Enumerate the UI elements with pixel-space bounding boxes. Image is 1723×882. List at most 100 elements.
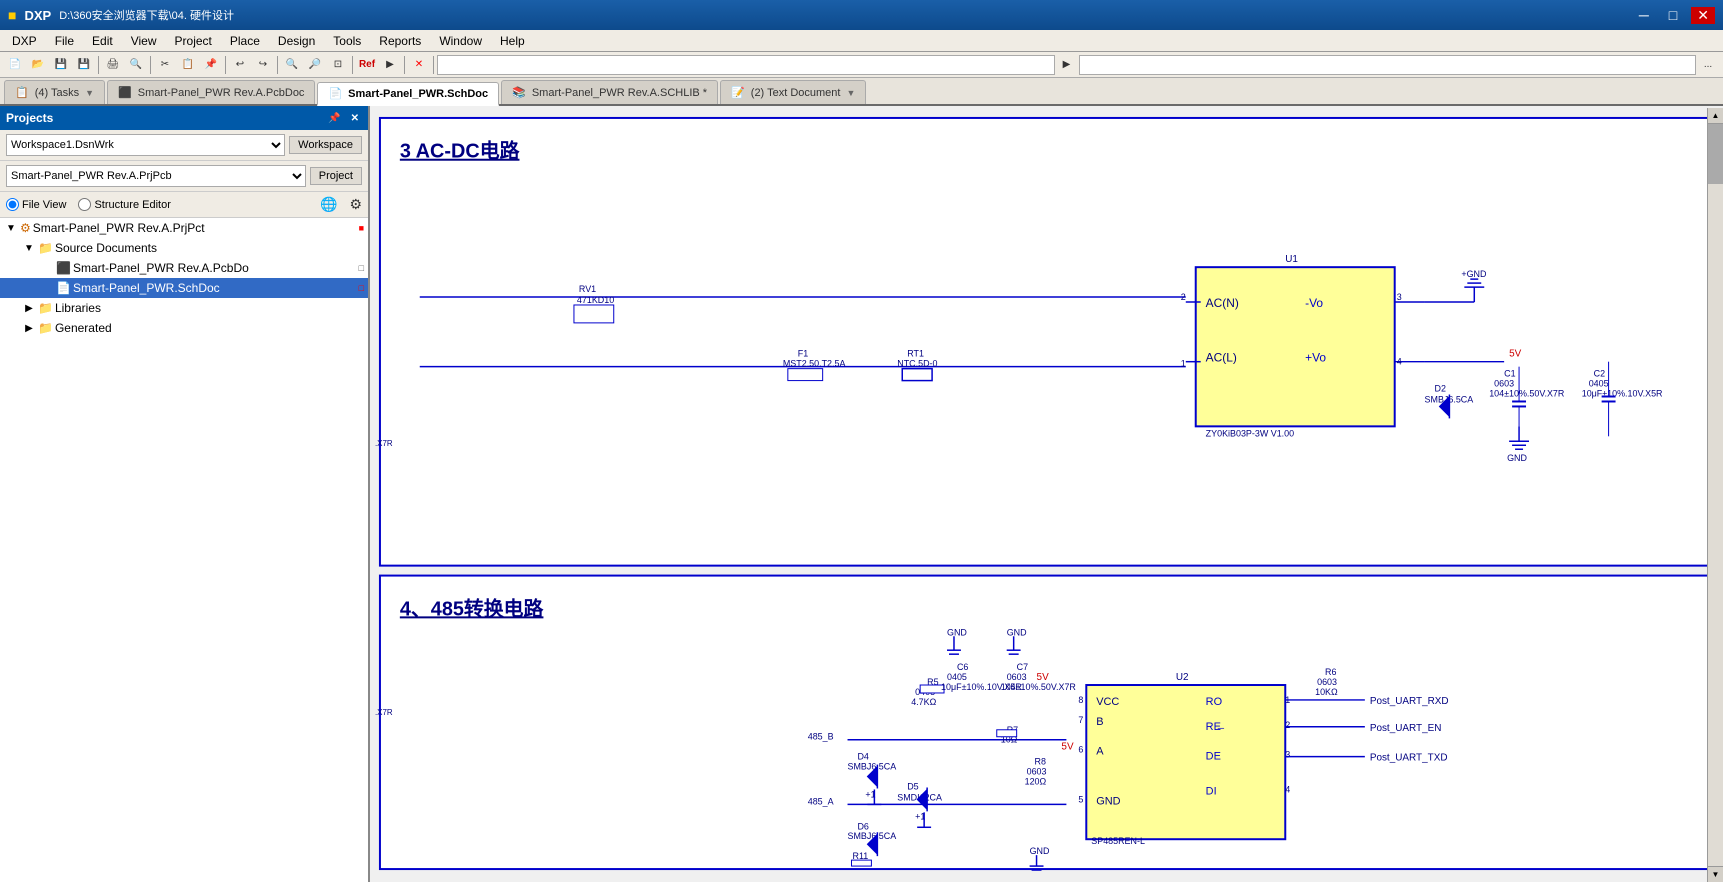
menu-help[interactable]: Help — [492, 32, 533, 50]
svg-text:.X7R: .X7R — [375, 708, 393, 717]
zoom-fit-btn[interactable]: ⊡ — [327, 54, 349, 76]
tab-tasks-close[interactable]: ▼ — [85, 88, 94, 98]
run-drc-btn[interactable]: Ref — [356, 54, 378, 76]
menu-edit[interactable]: Edit — [84, 32, 121, 50]
tab-textdoc-dropdown[interactable]: ▼ — [846, 88, 855, 98]
scroll-thumb[interactable] — [1708, 124, 1723, 184]
save-btn[interactable]: 💾 — [50, 54, 72, 76]
tree-item-libraries[interactable]: ▶ 📁 Libraries — [0, 298, 368, 318]
scroll-up-btn[interactable]: ▲ — [1708, 108, 1723, 124]
open-btn[interactable]: 📂 — [27, 54, 49, 76]
expand-source[interactable]: ▼ — [22, 243, 36, 254]
tab-schdoc[interactable]: 📄 Smart-Panel_PWR.SchDoc — [317, 82, 499, 106]
tree-item-schdoc[interactable]: 📄 Smart-Panel_PWR.SchDoc □ — [0, 278, 368, 298]
search-input[interactable] — [1079, 55, 1697, 75]
go-btn[interactable]: ▶ — [1056, 54, 1078, 76]
tab-pcbdoc-icon: ⬛ — [118, 86, 132, 99]
sep6 — [404, 56, 405, 74]
sep7 — [433, 56, 434, 74]
paste-btn[interactable]: 📌 — [200, 54, 222, 76]
svg-text:5V: 5V — [1509, 349, 1522, 360]
svg-text:104±10%.50V.X7R: 104±10%.50V.X7R — [1489, 389, 1565, 399]
zoom-in-btn[interactable]: 🔍 — [281, 54, 303, 76]
menu-design[interactable]: Design — [270, 32, 323, 50]
menu-tools[interactable]: Tools — [325, 32, 369, 50]
svg-text:RT1: RT1 — [907, 349, 924, 359]
scroll-down-btn[interactable]: ▼ — [1708, 866, 1723, 882]
menu-window[interactable]: Window — [431, 32, 490, 50]
tree-item-pcbdoc[interactable]: ⬛ Smart-Panel_PWR Rev.A.PcbDo □ — [0, 258, 368, 278]
tab-schlib[interactable]: 📚 Smart-Panel_PWR Rev.A.SCHLIB * — [501, 80, 718, 104]
project-button[interactable]: Project — [310, 167, 362, 185]
cut-btn[interactable]: ✂ — [154, 54, 176, 76]
menu-file[interactable]: File — [47, 32, 82, 50]
tab-tasks-label: (4) Tasks — [35, 87, 79, 99]
tab-textdoc[interactable]: 📝 (2) Text Document ▼ — [720, 80, 866, 104]
struct-editor-radio-label[interactable]: Structure Editor — [78, 198, 170, 211]
svg-text:-Vo: -Vo — [1305, 296, 1323, 310]
file-view-radio[interactable] — [6, 198, 19, 211]
workspace-button[interactable]: Workspace — [289, 136, 362, 154]
source-docs-icon: 📁 — [38, 241, 53, 255]
svg-text:AC(N): AC(N) — [1206, 296, 1239, 310]
redo-btn[interactable]: ↪ — [252, 54, 274, 76]
sep1 — [98, 56, 99, 74]
print-btn[interactable]: 🖨 — [102, 54, 124, 76]
undo-btn[interactable]: ↩ — [229, 54, 251, 76]
expand-generated[interactable]: ▶ — [22, 323, 36, 334]
schematic-area[interactable]: 3 AC-DC电路 RV1 471KD10 F1 MST2.50.T2.5A R… — [370, 106, 1723, 882]
search-btn[interactable]: ... — [1697, 54, 1719, 76]
tree-item-source-docs[interactable]: ▼ 📁 Source Documents — [0, 238, 368, 258]
tree-item-root[interactable]: ▼ ⚙ Smart-Panel_PWR Rev.A.PrjPct ■ — [0, 218, 368, 238]
svg-text:MST2.50.T2.5A: MST2.50.T2.5A — [783, 359, 846, 369]
tab-tasks[interactable]: 📋 (4) Tasks ▼ — [4, 80, 105, 104]
menu-place[interactable]: Place — [222, 32, 268, 50]
view-icon1[interactable]: 🌐 — [320, 196, 337, 213]
struct-editor-radio[interactable] — [78, 198, 91, 211]
libraries-icon: 📁 — [38, 301, 53, 315]
right-scrollbar[interactable]: ▲ ▼ — [1707, 108, 1723, 882]
tab-pcbdoc[interactable]: ⬛ Smart-Panel_PWR Rev.A.PcbDoc — [107, 80, 315, 104]
app-name: DXP — [24, 8, 51, 23]
panel-pin-icon[interactable]: 📌 — [325, 112, 343, 125]
svg-text:GND: GND — [947, 627, 967, 637]
menu-view[interactable]: View — [123, 32, 165, 50]
svg-text:ZY0KiB03P-3W V1.00: ZY0KiB03P-3W V1.00 — [1206, 428, 1294, 438]
svg-text:R6: R6 — [1325, 667, 1336, 677]
pcbdoc-label: Smart-Panel_PWR Rev.A.PcbDo — [73, 261, 355, 275]
svg-text:+GND: +GND — [1461, 269, 1487, 279]
maximize-btn[interactable]: □ — [1663, 7, 1683, 23]
minimize-btn[interactable]: ─ — [1633, 7, 1655, 23]
svg-text:D6: D6 — [857, 821, 868, 831]
svg-text:4.7KΩ: 4.7KΩ — [911, 697, 936, 707]
view-icon2[interactable]: ⚙ — [349, 196, 362, 213]
new-btn[interactable]: 📄 — [4, 54, 26, 76]
menu-project[interactable]: Project — [167, 32, 220, 50]
svg-text:GND: GND — [1030, 846, 1050, 856]
schdoc-label: Smart-Panel_PWR.SchDoc — [73, 281, 355, 295]
schdoc-icon: 📄 — [56, 281, 71, 295]
delete-btn[interactable]: ✕ — [408, 54, 430, 76]
close-btn[interactable]: ✕ — [1691, 7, 1715, 24]
compile-btn[interactable]: ▶ — [379, 54, 401, 76]
workspace-select[interactable]: Workspace1.DsnWrk — [6, 134, 285, 156]
svg-text:B: B — [1096, 716, 1103, 728]
tree-item-generated[interactable]: ▶ 📁 Generated — [0, 318, 368, 338]
menu-dxp[interactable]: DXP — [4, 32, 45, 50]
expand-libs[interactable]: ▶ — [22, 303, 36, 314]
copy-btn[interactable]: 📋 — [177, 54, 199, 76]
file-view-radio-label[interactable]: File View — [6, 198, 66, 211]
root-label: Smart-Panel_PWR Rev.A.PrjPct — [33, 221, 355, 235]
panel-close-icon[interactable]: ✕ — [348, 112, 362, 125]
address-input[interactable] — [437, 55, 1055, 75]
save-all-btn[interactable]: 💾 — [73, 54, 95, 76]
menu-reports[interactable]: Reports — [371, 32, 429, 50]
svg-text:.X7R: .X7R — [375, 439, 393, 448]
print-preview-btn[interactable]: 🔍 — [125, 54, 147, 76]
project-select[interactable]: Smart-Panel_PWR Rev.A.PrjPcb — [6, 165, 306, 187]
svg-text:10KΩ: 10KΩ — [1315, 687, 1338, 697]
svg-text:4: 4 — [1397, 357, 1402, 367]
svg-text:NTC.5D-0: NTC.5D-0 — [897, 359, 937, 369]
zoom-out-btn[interactable]: 🔎 — [304, 54, 326, 76]
expand-root[interactable]: ▼ — [4, 223, 18, 234]
